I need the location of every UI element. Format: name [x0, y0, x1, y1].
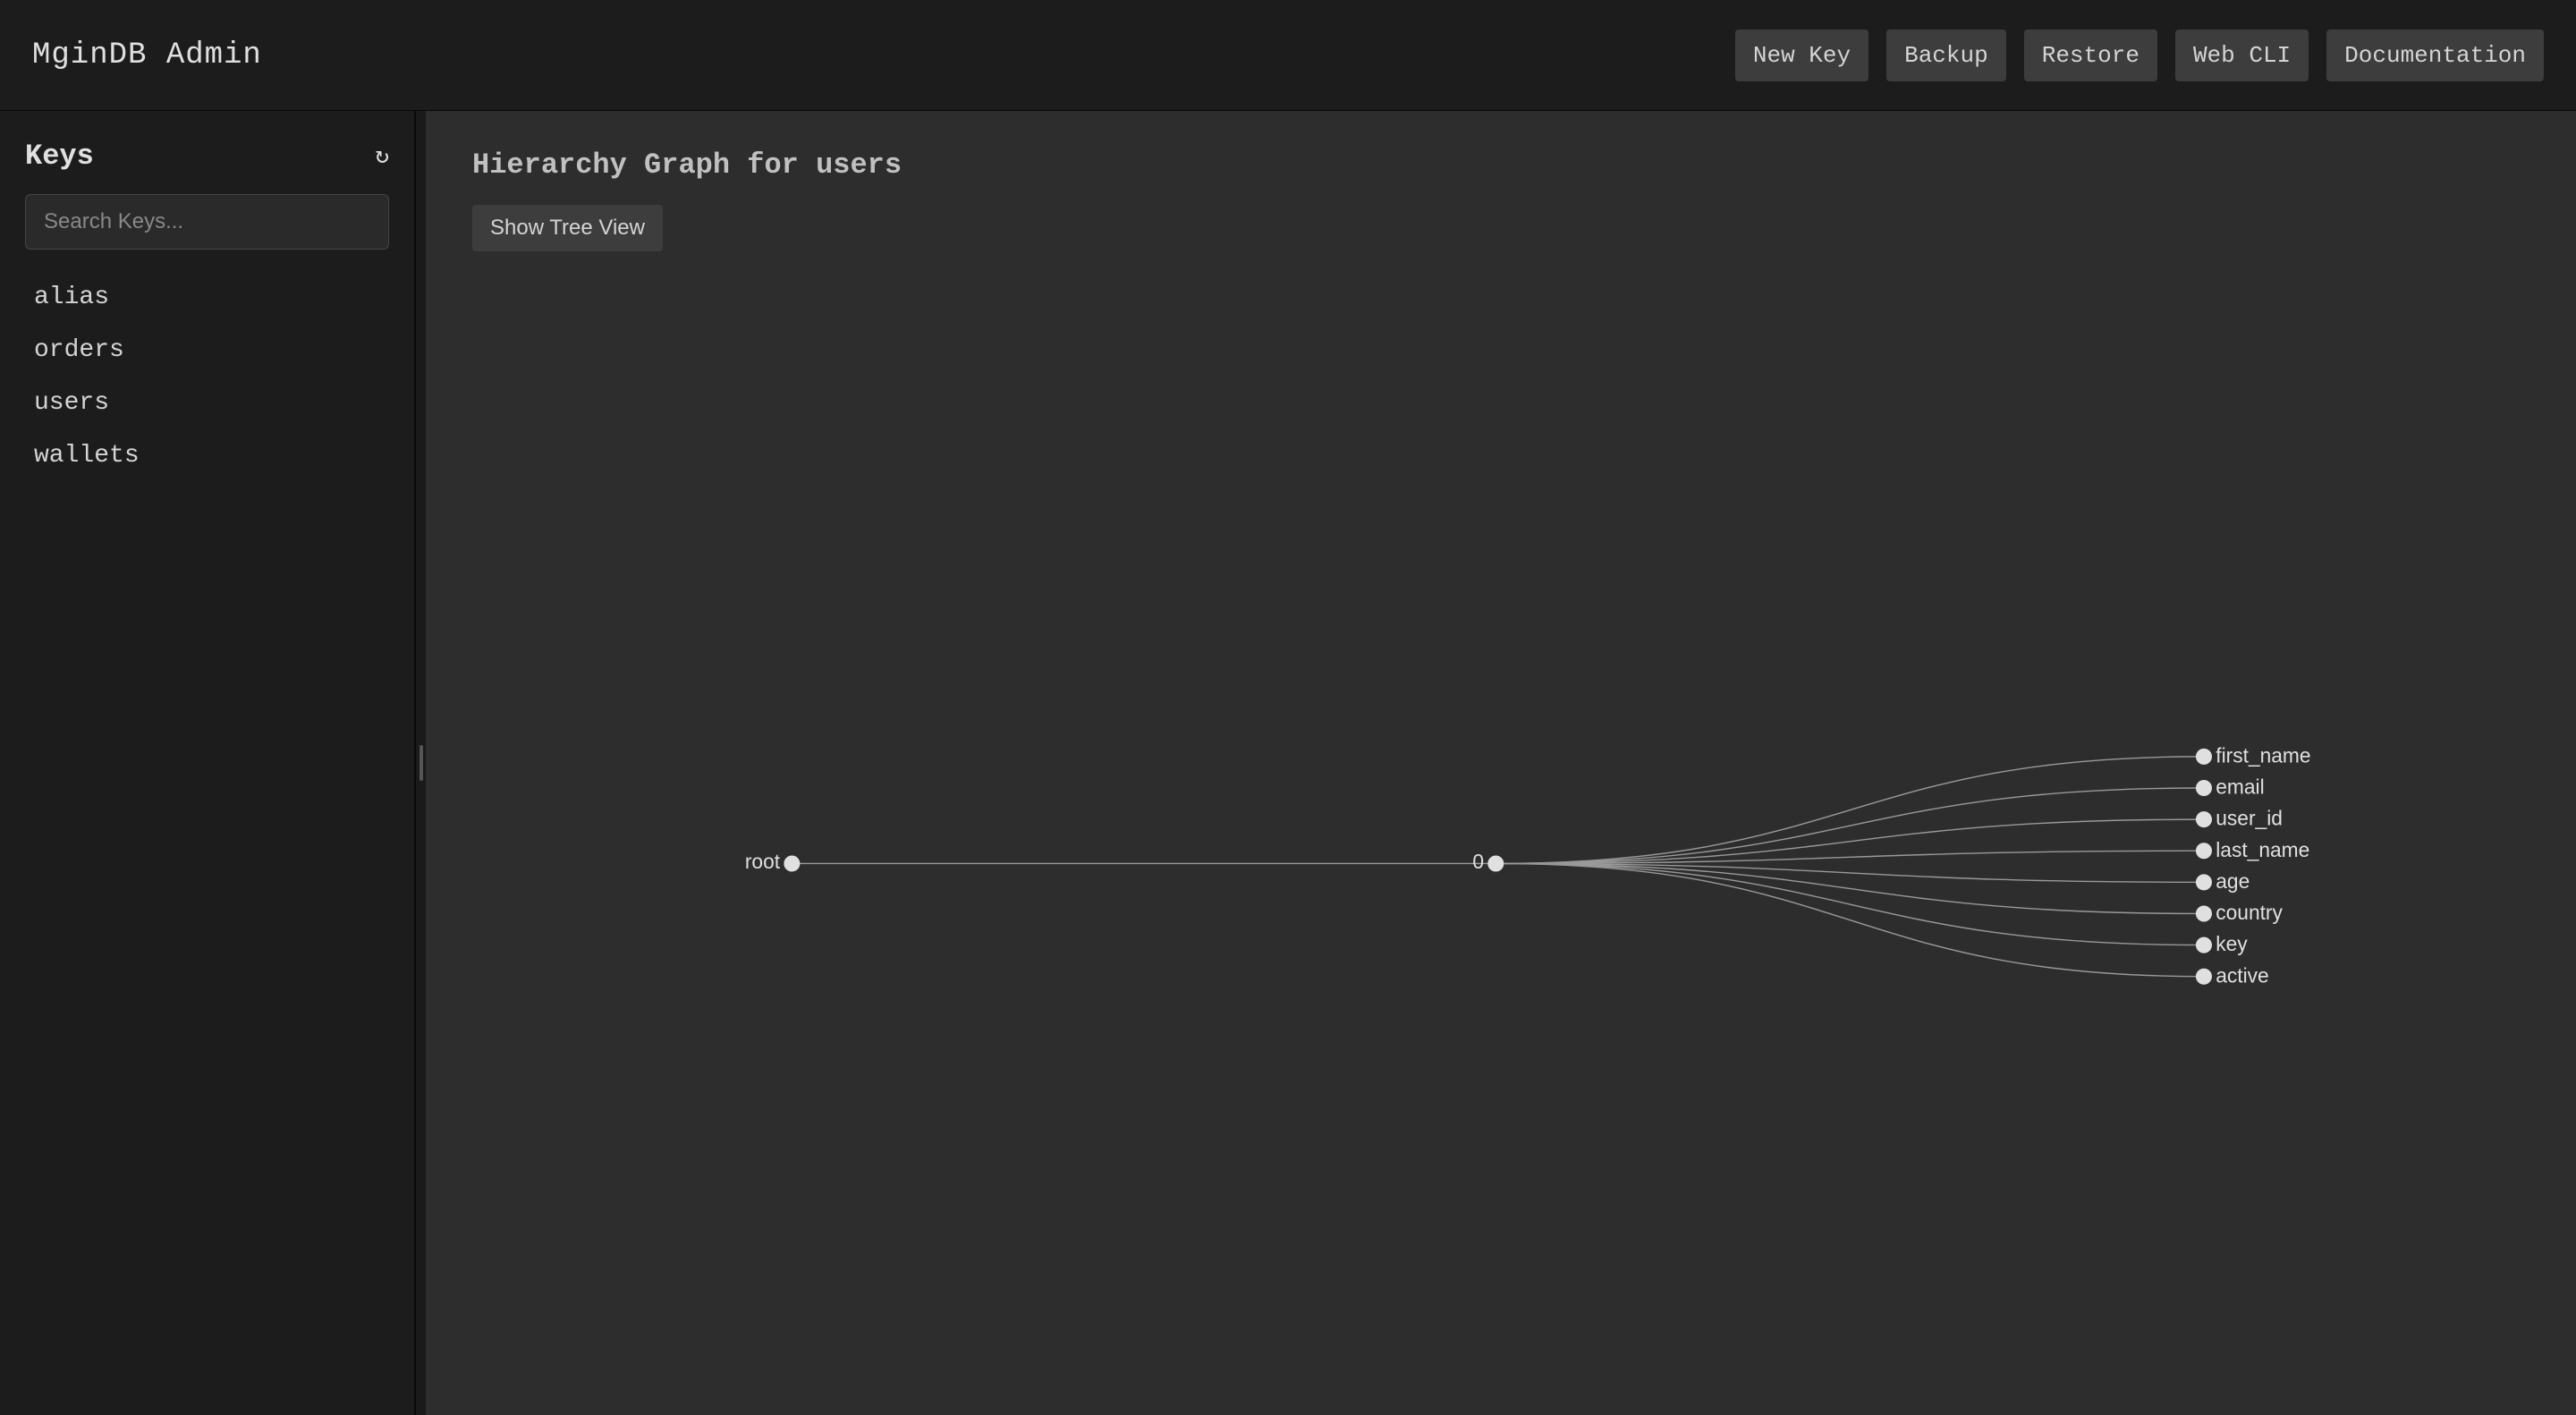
key-item-alias[interactable]: alias	[25, 271, 389, 324]
content-title: Hierarchy Graph for users	[472, 148, 2529, 182]
key-item-wallets[interactable]: wallets	[25, 429, 389, 482]
graph-container[interactable]: root 0 first_nameemail user_id last_nameage c…	[472, 269, 2529, 1373]
show-tree-view-button[interactable]: Show Tree View	[472, 205, 663, 251]
svg-text:0: 0	[1472, 850, 1484, 873]
sidebar: Keys ↻ alias orders users wallets	[0, 111, 415, 1415]
svg-text:country: country	[2216, 901, 2283, 924]
key-item-users[interactable]: users	[25, 377, 389, 429]
resize-handle[interactable]	[415, 111, 426, 1415]
header: MginDB Admin New Key Backup Restore Web …	[0, 0, 2576, 111]
documentation-button[interactable]: Documentation	[2326, 30, 2544, 81]
main-container: Keys ↻ alias orders users wallets Hierar…	[0, 111, 2576, 1415]
search-input[interactable]	[25, 194, 389, 250]
hierarchy-graph: root 0 first_nameemail user_id last_nameage c…	[472, 269, 2529, 1373]
resize-grip-icon	[419, 745, 423, 781]
svg-text:active: active	[2216, 963, 2268, 987]
app-title: MginDB Admin	[32, 38, 262, 72]
sidebar-title: Keys	[25, 140, 94, 173]
sidebar-header: Keys ↻	[25, 140, 389, 173]
content: Hierarchy Graph for users Show Tree View…	[426, 111, 2576, 1415]
key-item-orders[interactable]: orders	[25, 324, 389, 377]
web-cli-button[interactable]: Web CLI	[2175, 30, 2309, 81]
svg-text:email: email	[2216, 775, 2264, 799]
restore-button[interactable]: Restore	[2024, 30, 2157, 81]
svg-text:user_id: user_id	[2216, 807, 2283, 830]
new-key-button[interactable]: New Key	[1735, 30, 1868, 81]
header-buttons: New Key Backup Restore Web CLI Documenta…	[1735, 30, 2544, 81]
backup-button[interactable]: Backup	[1886, 30, 2006, 81]
svg-text:last_name: last_name	[2216, 838, 2309, 861]
svg-text:key: key	[2216, 932, 2248, 955]
refresh-icon[interactable]: ↻	[375, 142, 389, 170]
svg-text:root: root	[745, 850, 781, 873]
key-list: alias orders users wallets	[25, 271, 389, 482]
svg-text:age: age	[2216, 869, 2250, 893]
svg-text:first_name: first_name	[2216, 744, 2310, 767]
